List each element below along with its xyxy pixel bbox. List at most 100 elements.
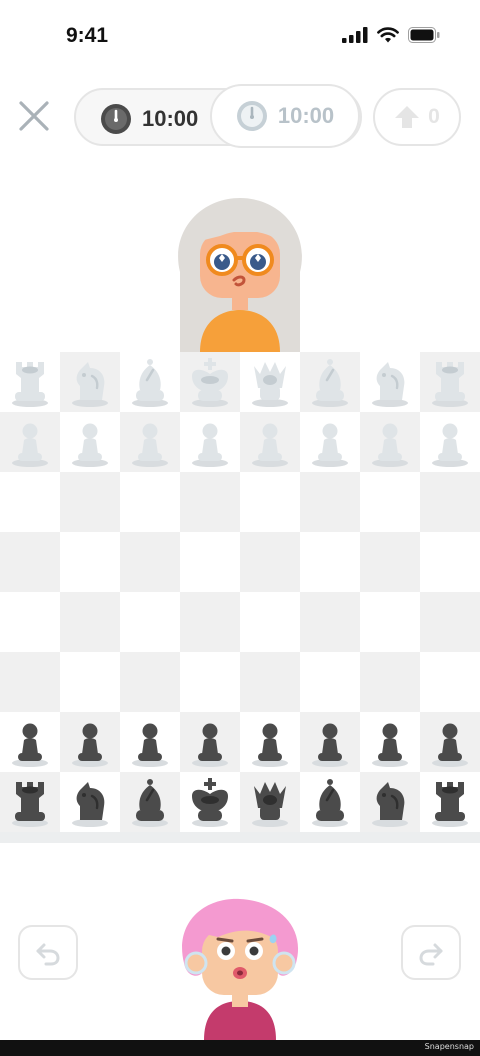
square-d6[interactable] bbox=[180, 472, 240, 532]
square-g5[interactable] bbox=[360, 532, 420, 592]
white-pawn-icon[interactable] bbox=[306, 416, 354, 468]
square-d3[interactable] bbox=[180, 652, 240, 712]
white-pawn-icon[interactable] bbox=[186, 416, 234, 468]
white-pawn-icon[interactable] bbox=[246, 416, 294, 468]
black-rook-icon[interactable] bbox=[426, 776, 474, 828]
white-pawn-icon[interactable] bbox=[366, 416, 414, 468]
square-e3[interactable] bbox=[240, 652, 300, 712]
square-h6[interactable] bbox=[420, 472, 480, 532]
white-pawn-icon[interactable] bbox=[66, 416, 114, 468]
square-a2[interactable] bbox=[0, 712, 60, 772]
square-b5[interactable] bbox=[60, 532, 120, 592]
white-knight-icon[interactable] bbox=[366, 356, 414, 408]
square-g7[interactable] bbox=[360, 412, 420, 472]
square-h3[interactable] bbox=[420, 652, 480, 712]
square-c3[interactable] bbox=[120, 652, 180, 712]
square-a1[interactable] bbox=[0, 772, 60, 832]
black-bishop-icon[interactable] bbox=[306, 776, 354, 828]
black-king-icon[interactable] bbox=[186, 776, 234, 828]
black-knight-icon[interactable] bbox=[66, 776, 114, 828]
square-h1[interactable] bbox=[420, 772, 480, 832]
square-h5[interactable] bbox=[420, 532, 480, 592]
square-h2[interactable] bbox=[420, 712, 480, 772]
square-c6[interactable] bbox=[120, 472, 180, 532]
white-rook-icon[interactable] bbox=[6, 356, 54, 408]
square-d5[interactable] bbox=[180, 532, 240, 592]
square-h8[interactable] bbox=[420, 352, 480, 412]
square-a5[interactable] bbox=[0, 532, 60, 592]
black-rook-icon[interactable] bbox=[6, 776, 54, 828]
white-pawn-icon[interactable] bbox=[126, 416, 174, 468]
square-g1[interactable] bbox=[360, 772, 420, 832]
square-c1[interactable] bbox=[120, 772, 180, 832]
square-a6[interactable] bbox=[0, 472, 60, 532]
square-a8[interactable] bbox=[0, 352, 60, 412]
square-e1[interactable] bbox=[240, 772, 300, 832]
square-d7[interactable] bbox=[180, 412, 240, 472]
black-pawn-icon[interactable] bbox=[246, 716, 294, 768]
upload-button[interactable]: 0 bbox=[373, 88, 461, 146]
square-g4[interactable] bbox=[360, 592, 420, 652]
white-knight-icon[interactable] bbox=[66, 356, 114, 408]
square-f5[interactable] bbox=[300, 532, 360, 592]
square-d1[interactable] bbox=[180, 772, 240, 832]
white-rook-icon[interactable] bbox=[426, 356, 474, 408]
square-c8[interactable] bbox=[120, 352, 180, 412]
black-pawn-icon[interactable] bbox=[66, 716, 114, 768]
square-b2[interactable] bbox=[60, 712, 120, 772]
black-knight-icon[interactable] bbox=[366, 776, 414, 828]
square-b6[interactable] bbox=[60, 472, 120, 532]
square-a3[interactable] bbox=[0, 652, 60, 712]
square-a4[interactable] bbox=[0, 592, 60, 652]
square-g3[interactable] bbox=[360, 652, 420, 712]
square-b4[interactable] bbox=[60, 592, 120, 652]
black-pawn-icon[interactable] bbox=[426, 716, 474, 768]
square-g2[interactable] bbox=[360, 712, 420, 772]
black-queen-icon[interactable] bbox=[246, 776, 294, 828]
square-f4[interactable] bbox=[300, 592, 360, 652]
black-bishop-icon[interactable] bbox=[126, 776, 174, 828]
square-h7[interactable] bbox=[420, 412, 480, 472]
square-c5[interactable] bbox=[120, 532, 180, 592]
square-d2[interactable] bbox=[180, 712, 240, 772]
square-a7[interactable] bbox=[0, 412, 60, 472]
white-pawn-icon[interactable] bbox=[426, 416, 474, 468]
square-f8[interactable] bbox=[300, 352, 360, 412]
square-e6[interactable] bbox=[240, 472, 300, 532]
square-b7[interactable] bbox=[60, 412, 120, 472]
square-h4[interactable] bbox=[420, 592, 480, 652]
square-d8[interactable] bbox=[180, 352, 240, 412]
white-king-icon[interactable] bbox=[186, 356, 234, 408]
square-b3[interactable] bbox=[60, 652, 120, 712]
square-e5[interactable] bbox=[240, 532, 300, 592]
black-pawn-icon[interactable] bbox=[6, 716, 54, 768]
close-button[interactable] bbox=[16, 98, 52, 134]
square-e2[interactable] bbox=[240, 712, 300, 772]
square-c7[interactable] bbox=[120, 412, 180, 472]
black-pawn-icon[interactable] bbox=[126, 716, 174, 768]
square-b8[interactable] bbox=[60, 352, 120, 412]
square-g6[interactable] bbox=[360, 472, 420, 532]
white-bishop-icon[interactable] bbox=[126, 356, 174, 408]
undo-button[interactable] bbox=[18, 925, 78, 980]
square-f6[interactable] bbox=[300, 472, 360, 532]
white-bishop-icon[interactable] bbox=[306, 356, 354, 408]
square-f7[interactable] bbox=[300, 412, 360, 472]
square-f3[interactable] bbox=[300, 652, 360, 712]
square-c2[interactable] bbox=[120, 712, 180, 772]
white-queen-icon[interactable] bbox=[246, 356, 294, 408]
white-pawn-icon[interactable] bbox=[6, 416, 54, 468]
square-f2[interactable] bbox=[300, 712, 360, 772]
square-d4[interactable] bbox=[180, 592, 240, 652]
square-e7[interactable] bbox=[240, 412, 300, 472]
square-f1[interactable] bbox=[300, 772, 360, 832]
square-g8[interactable] bbox=[360, 352, 420, 412]
black-pawn-icon[interactable] bbox=[306, 716, 354, 768]
square-b1[interactable] bbox=[60, 772, 120, 832]
redo-button[interactable] bbox=[401, 925, 461, 980]
chess-board[interactable] bbox=[0, 352, 480, 832]
black-pawn-icon[interactable] bbox=[186, 716, 234, 768]
square-e8[interactable] bbox=[240, 352, 300, 412]
square-c4[interactable] bbox=[120, 592, 180, 652]
square-e4[interactable] bbox=[240, 592, 300, 652]
